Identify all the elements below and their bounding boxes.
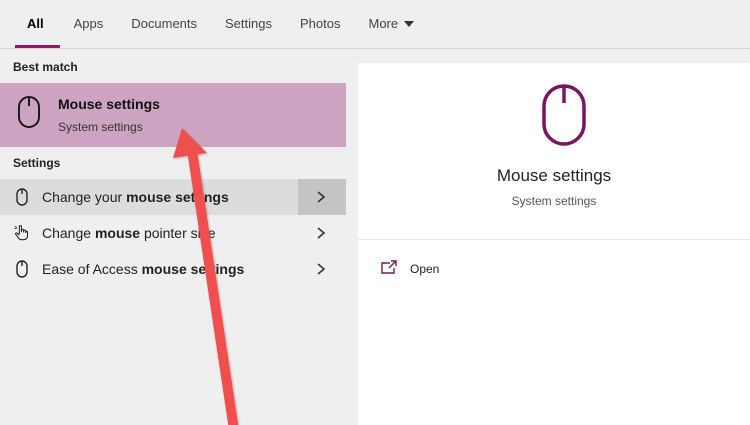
result-label: Change your mouse settings xyxy=(42,189,229,205)
chevron-right-icon xyxy=(317,191,326,203)
best-match-heading: Best match xyxy=(13,60,78,74)
chevron-right-icon xyxy=(317,227,326,239)
mouse-icon xyxy=(16,260,28,278)
tab-documents[interactable]: Documents xyxy=(117,0,211,48)
tab-label: Apps xyxy=(73,16,104,31)
tab-label: Photos xyxy=(300,16,341,31)
result-label: Ease of Access mouse settings xyxy=(42,261,245,277)
result-label: Change mouse pointer size xyxy=(42,225,216,241)
best-match-result[interactable]: Mouse settings System settings xyxy=(0,83,346,147)
mouse-icon xyxy=(542,84,586,146)
open-external-icon xyxy=(381,260,397,274)
search-tabs: All Apps Documents Settings Photos More xyxy=(0,0,750,49)
settings-heading: Settings xyxy=(13,156,61,170)
preview-subtitle: System settings xyxy=(511,194,597,208)
tab-settings[interactable]: Settings xyxy=(211,0,286,48)
settings-result-change-mouse-settings[interactable]: Change your mouse settings xyxy=(0,179,346,215)
preview-title: Mouse settings xyxy=(496,166,612,185)
tab-apps[interactable]: Apps xyxy=(60,0,118,48)
tab-label: Settings xyxy=(225,16,272,31)
pointer-hand-icon xyxy=(14,225,29,241)
expand-chevron-button[interactable] xyxy=(298,215,346,251)
tab-label: Documents xyxy=(131,16,198,31)
search-window: All Apps Documents Settings Photos More … xyxy=(0,0,750,425)
best-match-subtitle: System settings xyxy=(58,120,143,134)
tab-photos[interactable]: Photos xyxy=(286,0,354,48)
chevron-right-icon xyxy=(317,263,326,275)
open-label: Open xyxy=(410,262,440,276)
expand-chevron-button[interactable] xyxy=(298,251,346,287)
tab-more[interactable]: More xyxy=(354,0,428,48)
expand-chevron-button[interactable] xyxy=(298,179,346,215)
preview-pane: Mouse settings System settings Open xyxy=(358,63,750,425)
best-match-title: Mouse settings xyxy=(58,96,160,112)
tab-label: All xyxy=(27,16,44,31)
mouse-icon xyxy=(18,96,40,128)
tab-label: More xyxy=(368,16,399,31)
divider xyxy=(358,239,750,240)
results-pane: Best match Mouse settings System setting… xyxy=(0,49,346,425)
settings-result-pointer-size[interactable]: Change mouse pointer size xyxy=(0,215,346,251)
caret-down-icon xyxy=(404,20,415,27)
settings-result-ease-of-access[interactable]: Ease of Access mouse settings xyxy=(0,251,346,287)
tab-all[interactable]: All xyxy=(0,0,60,48)
mouse-icon xyxy=(16,188,28,206)
